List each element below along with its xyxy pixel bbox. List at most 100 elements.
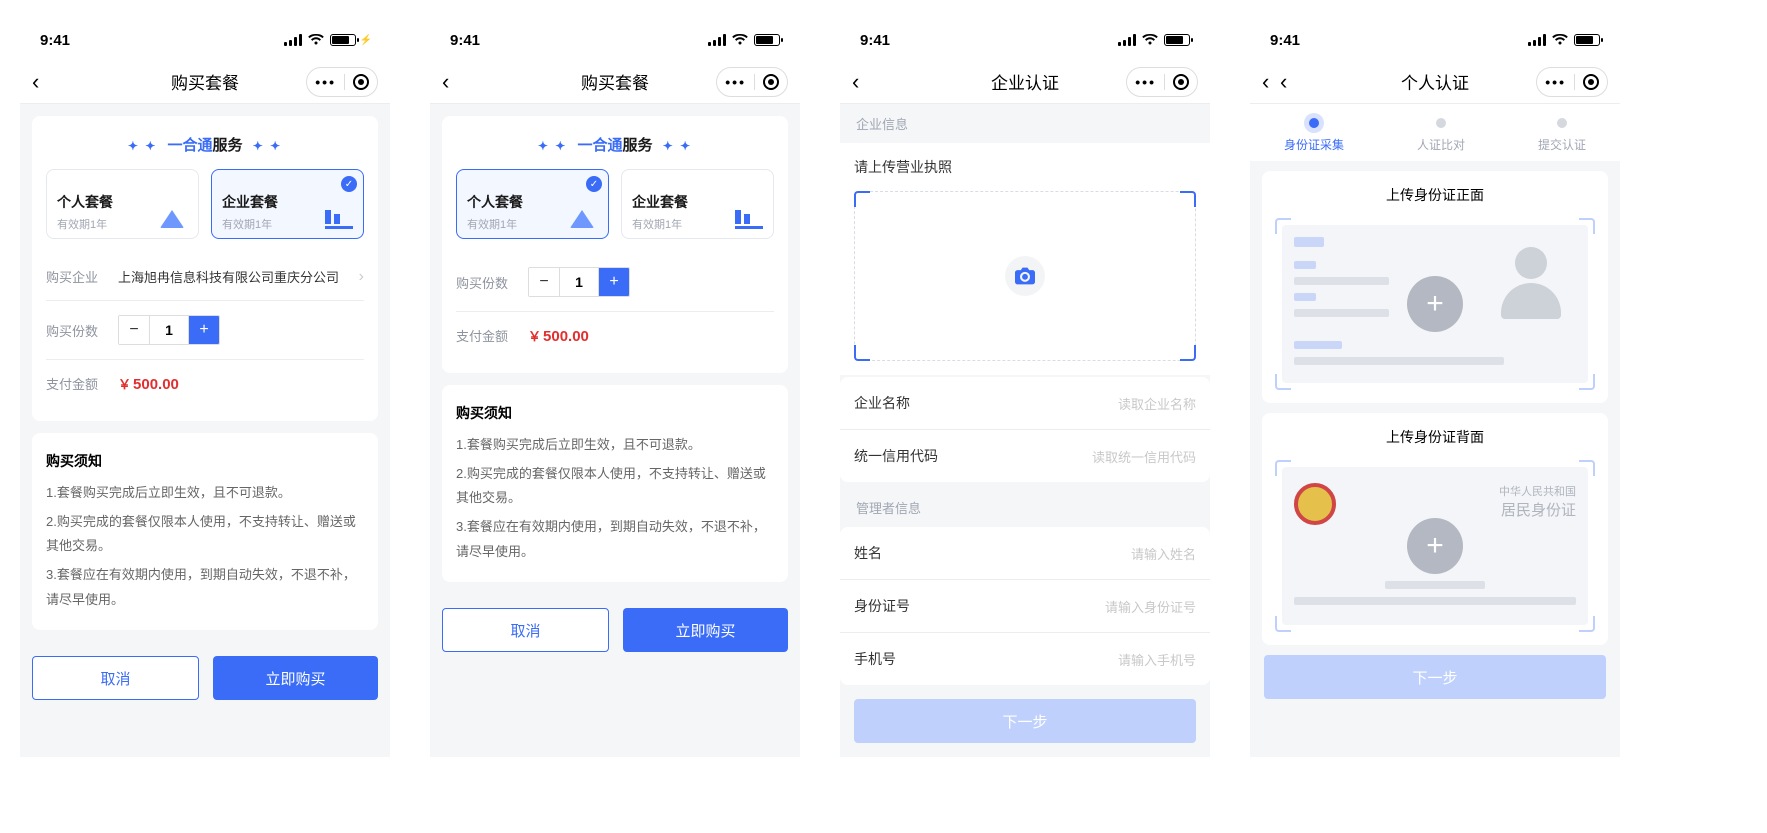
battery-icon — [1164, 34, 1190, 46]
field-phone[interactable]: 手机号 请输入手机号 — [840, 633, 1210, 685]
close-circle-icon[interactable] — [353, 74, 369, 90]
nav-bar: ‹ ‹ 个人认证 ••• — [1250, 60, 1620, 104]
notice-line: 3.套餐应在有效期内使用，到期自动失效，不退不补，请尽早使用。 — [46, 563, 364, 612]
sparkle-icon: ✦ ✦ — [663, 139, 692, 153]
plan-personal[interactable]: 个人套餐 有效期1年 ✓ — [456, 169, 609, 239]
next-button[interactable]: 下一步 — [854, 699, 1196, 743]
step-submit: 提交认证 — [1538, 118, 1586, 153]
field-idcard[interactable]: 身份证号 请输入身份证号 — [840, 580, 1210, 633]
screen-purchase-personal: 9:41 ‹ 购买套餐 ••• ✦ ✦ 一合通服务 ✦ ✦ 个人套餐 有效期1年 — [430, 20, 800, 757]
menu-dots-icon[interactable]: ••• — [1545, 74, 1575, 90]
wifi-icon — [1142, 34, 1158, 46]
plan-title: 企业套餐 — [222, 192, 278, 212]
plan-subtitle: 有效期1年 — [467, 216, 523, 232]
plan-subtitle: 有效期1年 — [57, 216, 113, 232]
back-icon[interactable]: ‹ — [32, 71, 39, 93]
plan-personal[interactable]: 个人套餐 有效期1年 — [46, 169, 199, 239]
section-title: 企业信息 — [840, 104, 1210, 143]
id-back-card: 上传身份证背面 中华人民共和国 居民身份证 + — [1262, 413, 1608, 645]
battery-icon — [330, 34, 356, 46]
menu-dots-icon[interactable]: ••• — [725, 74, 755, 90]
cancel-button[interactable]: 取消 — [32, 656, 199, 700]
cancel-button[interactable]: 取消 — [442, 608, 609, 652]
field-company-name[interactable]: 企业名称 读取企业名称 — [840, 377, 1210, 430]
page-title: 购买套餐 — [581, 69, 649, 94]
menu-dots-icon[interactable]: ••• — [1135, 74, 1165, 90]
page-title: 个人认证 — [1401, 69, 1469, 94]
quantity-stepper[interactable]: − 1 + — [118, 315, 220, 345]
plan-enterprise[interactable]: 企业套餐 有效期1年 ✓ — [211, 169, 364, 239]
status-time: 9:41 — [450, 32, 480, 49]
chevron-right-icon: › — [359, 268, 364, 286]
page-title: 企业认证 — [991, 69, 1059, 94]
placeholder: 读取统一信用代码 — [1092, 447, 1196, 466]
amount-row: 支付金额 ￥500.00 — [456, 312, 774, 359]
notice-card: 购买须知 1.套餐购买完成后立即生效，且不可退款。 2.购买完成的套餐仅限本人使… — [442, 385, 788, 582]
qty-row: 购买份数 − 1 + — [46, 301, 364, 360]
menu-dots-icon[interactable]: ••• — [315, 74, 345, 90]
sparkle-icon: ✦ ✦ — [253, 139, 282, 153]
id-back-title: 上传身份证背面 — [1276, 427, 1594, 447]
battery-icon — [754, 34, 780, 46]
charge-icon: ⚡ — [362, 34, 370, 46]
next-button[interactable]: 下一步 — [1264, 655, 1606, 699]
back-icon[interactable]: ‹ — [1262, 71, 1269, 93]
minus-button[interactable]: − — [529, 268, 559, 296]
page-title: 购买套餐 — [171, 69, 239, 94]
placeholder: 请输入身份证号 — [1105, 597, 1196, 616]
field-name[interactable]: 姓名 请输入姓名 — [840, 527, 1210, 580]
placeholder: 读取企业名称 — [1118, 394, 1196, 413]
service-card: ✦ ✦ 一合通服务 ✦ ✦ 个人套餐 有效期1年 企业套餐 有效期1年 — [32, 116, 378, 421]
id-back-upload[interactable]: 中华人民共和国 居民身份证 + — [1276, 461, 1594, 631]
wifi-icon — [308, 34, 324, 46]
wifi-icon — [1552, 34, 1568, 46]
plan-subtitle: 有效期1年 — [632, 216, 688, 232]
service-title: ✦ ✦ 一合通服务 ✦ ✦ — [46, 134, 364, 155]
status-time: 9:41 — [1270, 32, 1300, 49]
quantity-value: 1 — [559, 268, 599, 296]
qty-row: 购买份数 − 1 + — [456, 253, 774, 312]
field-credit-code[interactable]: 统一信用代码 读取统一信用代码 — [840, 430, 1210, 482]
id-front-upload[interactable]: + — [1276, 219, 1594, 389]
miniprogram-capsule[interactable]: ••• — [1536, 67, 1608, 97]
sparkle-icon: ✦ ✦ — [128, 139, 157, 153]
step-face: 人证比对 — [1417, 118, 1465, 153]
signal-icon — [708, 34, 726, 46]
plan-enterprise[interactable]: 企业套餐 有效期1年 — [621, 169, 774, 239]
plus-icon: + — [1407, 518, 1463, 574]
enterprise-bars-icon — [325, 210, 353, 230]
close-circle-icon[interactable] — [1173, 74, 1189, 90]
back-icon[interactable]: ‹ — [442, 71, 449, 93]
nav-bar: ‹ 购买套餐 ••• — [20, 60, 390, 104]
back-icon[interactable]: ‹ — [852, 71, 859, 93]
amount-value: ￥500.00 — [528, 326, 589, 345]
license-upload-area[interactable] — [854, 191, 1196, 361]
signal-icon — [1528, 34, 1546, 46]
miniprogram-capsule[interactable]: ••• — [716, 67, 788, 97]
placeholder: 请输入手机号 — [1118, 650, 1196, 669]
minus-button[interactable]: − — [119, 316, 149, 344]
close-circle-icon[interactable] — [1583, 74, 1599, 90]
notice-line: 1.套餐购买完成后立即生效，且不可退款。 — [46, 481, 364, 506]
step-idcard: 身份证采集 — [1284, 118, 1344, 153]
status-bar: 9:41 — [430, 20, 800, 60]
plus-button[interactable]: + — [189, 316, 219, 344]
screen-enterprise-auth: 9:41 ‹ 企业认证 ••• 企业信息 请上传营业执照 企业名称 读取企业名称 — [840, 20, 1210, 757]
miniprogram-capsule[interactable]: ••• — [306, 67, 378, 97]
enterprise-bars-icon — [735, 210, 763, 230]
notice-title: 购买须知 — [46, 451, 364, 471]
upload-title: 请上传营业执照 — [854, 157, 1196, 177]
notice-card: 购买须知 1.套餐购买完成后立即生效，且不可退款。 2.购买完成的套餐仅限本人使… — [32, 433, 378, 630]
company-row[interactable]: 购买企业 上海旭冉信息科技有限公司重庆分公司 › — [46, 253, 364, 301]
screen-purchase-enterprise: 9:41 ⚡ ‹ 购买套餐 ••• ✦ ✦ 一合通服务 ✦ ✦ 个人套餐 有效期… — [20, 20, 390, 757]
back-icon[interactable]: ‹ — [1280, 71, 1287, 93]
close-circle-icon[interactable] — [763, 74, 779, 90]
miniprogram-capsule[interactable]: ••• — [1126, 67, 1198, 97]
buy-button[interactable]: 立即购买 — [213, 656, 378, 700]
signal-icon — [1118, 34, 1136, 46]
nav-bar: ‹ 企业认证 ••• — [840, 60, 1210, 104]
quantity-stepper[interactable]: − 1 + — [528, 267, 630, 297]
plus-button[interactable]: + — [599, 268, 629, 296]
plan-title: 企业套餐 — [632, 192, 688, 212]
buy-button[interactable]: 立即购买 — [623, 608, 788, 652]
